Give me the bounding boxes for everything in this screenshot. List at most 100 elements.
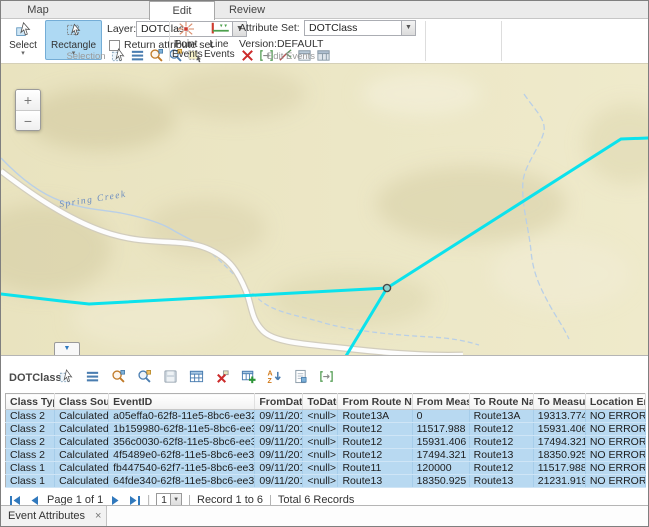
table-cell: Class 1 xyxy=(6,475,55,488)
table-row[interactable]: Class 2Calculateda05effa0-62f8-11e5-8bc6… xyxy=(6,410,646,423)
panel-collapse-tab[interactable]: ▼ xyxy=(54,342,80,355)
table-cell: Calculated xyxy=(55,449,109,462)
pan-to-record-icon[interactable] xyxy=(137,369,153,385)
table-cell: NO ERROR xyxy=(585,449,645,462)
table-cell: 09/11/2015 xyxy=(255,410,303,423)
table-cell: <null> xyxy=(303,475,338,488)
zoom-in-button[interactable]: + xyxy=(16,90,40,110)
group-separator xyxy=(501,21,502,61)
bottom-tab-bar: Event Attributes× xyxy=(1,505,648,526)
delete-record-icon[interactable] xyxy=(215,369,231,385)
attribute-panel-toolbar: DOTClass AZ xyxy=(1,356,648,393)
point-events-button[interactable]: Point Events xyxy=(171,20,201,60)
save-edits-icon[interactable] xyxy=(163,369,179,385)
table-cell: Calculated xyxy=(55,410,109,423)
append-records-icon[interactable] xyxy=(241,369,257,385)
table-row[interactable]: Class 1Calculatedfb447540-62f7-11e5-8bc6… xyxy=(6,462,646,475)
table-cell: Route12 xyxy=(338,423,412,436)
table-cell: NO ERROR xyxy=(585,423,645,436)
table-cell: 4f5489e0-62f8-11e5-8bc6-ee32641d5ec9 xyxy=(109,449,255,462)
selection-group-label: Selection xyxy=(41,51,131,62)
column-header-from-measure[interactable]: From Measure xyxy=(412,394,469,410)
line-events-button[interactable]: Line Events xyxy=(203,20,235,60)
table-cell: 15931.406 xyxy=(412,436,469,449)
table-cell: 120000 xyxy=(412,462,469,475)
zoom-to-record-icon[interactable] xyxy=(111,369,127,385)
attribute-table-container: Class TypeClass SourceEventIDFromDateToD… xyxy=(5,393,644,488)
tab-event-attributes[interactable]: Event Attributes× xyxy=(1,506,107,526)
column-header-class-type[interactable]: Class Type xyxy=(6,394,55,410)
selection-list-icon[interactable] xyxy=(130,48,146,64)
table-cell: Route13 xyxy=(338,475,412,488)
table-row[interactable]: Class 2Calculated356c0030-62f8-11e5-8bc6… xyxy=(6,436,646,449)
table-cell: Class 2 xyxy=(6,436,55,449)
table-row[interactable]: Class 2Calculated4f5489e0-62f8-11e5-8bc6… xyxy=(6,449,646,462)
column-header-to-measure[interactable]: To Measure xyxy=(533,394,585,410)
table-cell: Route13 xyxy=(469,449,533,462)
measure-extent-icon[interactable] xyxy=(319,369,335,385)
table-cell: Route13A xyxy=(338,410,412,423)
column-header-class-source[interactable]: Class Source xyxy=(55,394,109,410)
table-cell: 21231.919 xyxy=(533,475,585,488)
table-cell: <null> xyxy=(303,449,338,462)
last-page-icon[interactable] xyxy=(128,495,141,506)
group-separator xyxy=(425,21,426,61)
page-number-value: 1 xyxy=(161,494,167,506)
table-cell: Route12 xyxy=(469,462,533,475)
table-cell: 09/11/2015 xyxy=(255,423,303,436)
layer-label: Layer: xyxy=(107,23,136,35)
sort-records-icon[interactable]: AZ xyxy=(267,369,283,385)
next-page-icon[interactable] xyxy=(109,495,122,506)
table-row[interactable]: Class 2Calculated1b159980-62f8-11e5-8bc6… xyxy=(6,423,646,436)
table-cell: Class 1 xyxy=(6,462,55,475)
table-cell: 09/11/2015 xyxy=(255,462,303,475)
table-cell: Route13A xyxy=(469,410,533,423)
previous-page-icon[interactable] xyxy=(28,495,41,506)
column-header-todate[interactable]: ToDate xyxy=(303,394,338,410)
attribute-set-dropdown-arrow-icon[interactable]: ▼ xyxy=(401,21,415,35)
table-cell: 356c0030-62f8-11e5-8bc6-ee32641d5ec9 xyxy=(109,436,255,449)
close-tab-icon[interactable]: × xyxy=(95,510,101,522)
line-events-label: Line Events xyxy=(204,40,234,60)
tab-edit[interactable]: Edit xyxy=(149,1,215,20)
panel-title: DOTClass xyxy=(9,372,62,384)
group-separator xyxy=(169,21,170,61)
svg-text:A: A xyxy=(267,371,272,378)
identify-record-icon[interactable] xyxy=(293,369,309,385)
table-cell: 17494.321 xyxy=(412,449,469,462)
column-header-fromdate[interactable]: FromDate xyxy=(255,394,303,410)
options-menu-icon[interactable] xyxy=(85,369,101,385)
tab-map[interactable]: Map xyxy=(9,1,67,19)
column-header-to-route-name[interactable]: To Route Name xyxy=(469,394,533,410)
table-cell: <null> xyxy=(303,436,338,449)
select-tool-button[interactable]: Select ▾ xyxy=(4,20,42,60)
tab-review[interactable]: Review xyxy=(217,1,277,19)
column-header-eventid[interactable]: EventID xyxy=(109,394,255,410)
zoom-to-selection-icon[interactable] xyxy=(149,48,165,64)
show-table-icon[interactable] xyxy=(189,369,205,385)
basemap xyxy=(1,64,648,356)
table-cell: Class 2 xyxy=(6,423,55,436)
table-cell: 09/11/2015 xyxy=(255,475,303,488)
route-junction-marker[interactable] xyxy=(383,284,390,291)
zoom-out-button[interactable]: − xyxy=(16,110,40,130)
table-cell: <null> xyxy=(303,423,338,436)
event-editor-window: Map Edit Review Select ▾ Rectangle ▾ Lay… xyxy=(0,0,649,527)
select-records-icon[interactable] xyxy=(59,369,75,385)
table-cell: <null> xyxy=(303,462,338,475)
map-zoom-control: + − xyxy=(15,89,41,131)
column-header-from-route-name[interactable]: From Route Name xyxy=(338,394,412,410)
table-cell: 64fde340-62f8-11e5-8bc6-ee32641d5ec9 xyxy=(109,475,255,488)
point-events-label: Point Events xyxy=(172,40,200,60)
table-cell: 1b159980-62f8-11e5-8bc6-ee32641d5ec9 xyxy=(109,423,255,436)
column-header-location-error[interactable]: Location Error xyxy=(585,394,645,410)
select-dropdown-caret[interactable]: ▾ xyxy=(5,51,41,56)
table-cell: Route13 xyxy=(469,475,533,488)
map-view[interactable]: + − Spring Creek ▼ xyxy=(1,64,648,356)
table-row[interactable]: Class 1Calculated64fde340-62f8-11e5-8bc6… xyxy=(6,475,646,488)
first-page-icon[interactable] xyxy=(9,495,22,506)
table-cell: Calculated xyxy=(55,436,109,449)
table-cell: 09/11/2015 xyxy=(255,436,303,449)
table-cell: 0 xyxy=(412,410,469,423)
attribute-set-dropdown[interactable]: DOTClass ▼ xyxy=(304,20,416,36)
